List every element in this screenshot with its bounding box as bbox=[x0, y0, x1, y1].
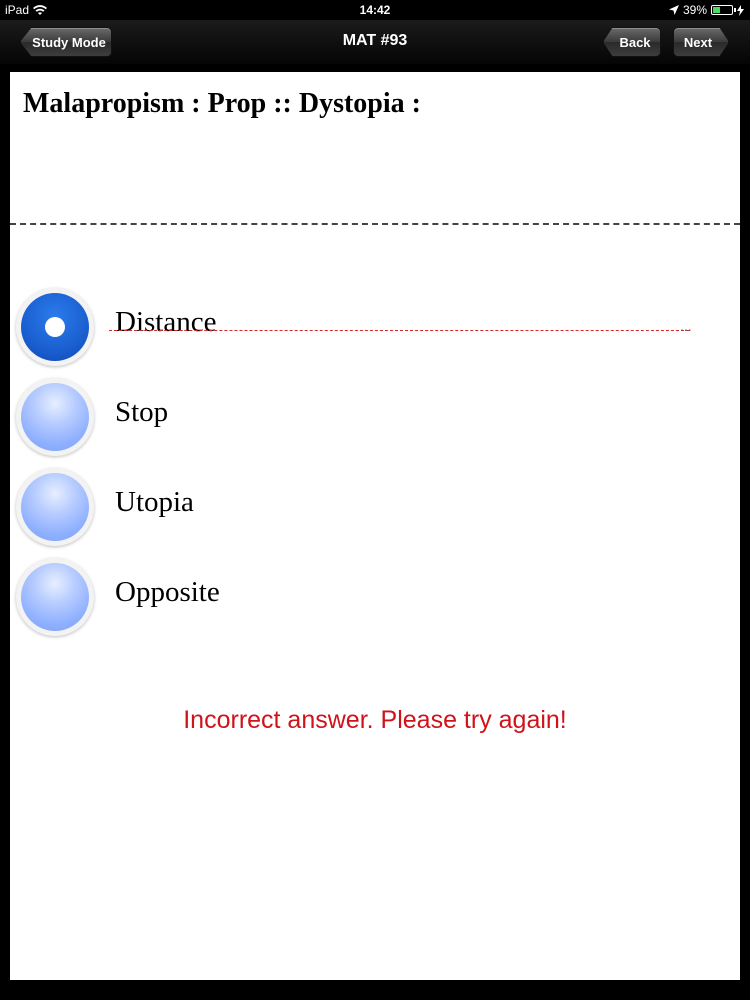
question-text: Malapropism : Prop :: Dystopia : bbox=[23, 88, 421, 119]
radio-fill bbox=[21, 563, 89, 631]
next-button[interactable]: Next bbox=[673, 27, 729, 57]
option-label: Utopia bbox=[115, 486, 194, 518]
strikethrough-ellipsis: ... bbox=[680, 318, 692, 334]
question-divider bbox=[10, 223, 740, 225]
feedback-message: Incorrect answer. Please try again! bbox=[183, 706, 567, 734]
option-opposite[interactable]: Opposite bbox=[16, 558, 716, 638]
radio-button[interactable] bbox=[16, 558, 94, 636]
option-utopia[interactable]: Utopia bbox=[16, 468, 716, 548]
radio-button-selected[interactable] bbox=[16, 288, 94, 366]
radio-button[interactable] bbox=[16, 378, 94, 456]
radio-button[interactable] bbox=[16, 468, 94, 546]
status-time: 14:42 bbox=[359, 3, 391, 17]
back-button[interactable]: Back bbox=[603, 27, 661, 57]
strikethrough-line bbox=[109, 330, 689, 331]
battery-tip bbox=[734, 8, 736, 12]
radio-dot bbox=[45, 317, 65, 337]
status-bar: iPad 14:42 39% bbox=[0, 0, 750, 20]
option-label: Opposite bbox=[115, 576, 220, 608]
radio-fill bbox=[21, 473, 89, 541]
option-label: Stop bbox=[115, 396, 169, 428]
radio-fill bbox=[21, 383, 89, 451]
battery-level bbox=[713, 7, 721, 13]
charging-bolt-icon bbox=[737, 4, 744, 16]
question-panel: Malapropism : Prop :: Dystopia : Distanc… bbox=[10, 72, 740, 980]
navigation-bar: Study Mode MAT #93 Back Next bbox=[0, 20, 750, 64]
battery-percent: 39% bbox=[682, 3, 707, 17]
battery-icon bbox=[711, 5, 736, 15]
option-distance[interactable]: Distance ... bbox=[16, 288, 716, 368]
location-arrow-icon bbox=[668, 5, 679, 15]
option-stop[interactable]: Stop bbox=[16, 378, 716, 458]
option-label: Distance bbox=[115, 306, 217, 338]
status-right: 39% bbox=[668, 3, 744, 17]
radio-fill bbox=[21, 293, 89, 361]
